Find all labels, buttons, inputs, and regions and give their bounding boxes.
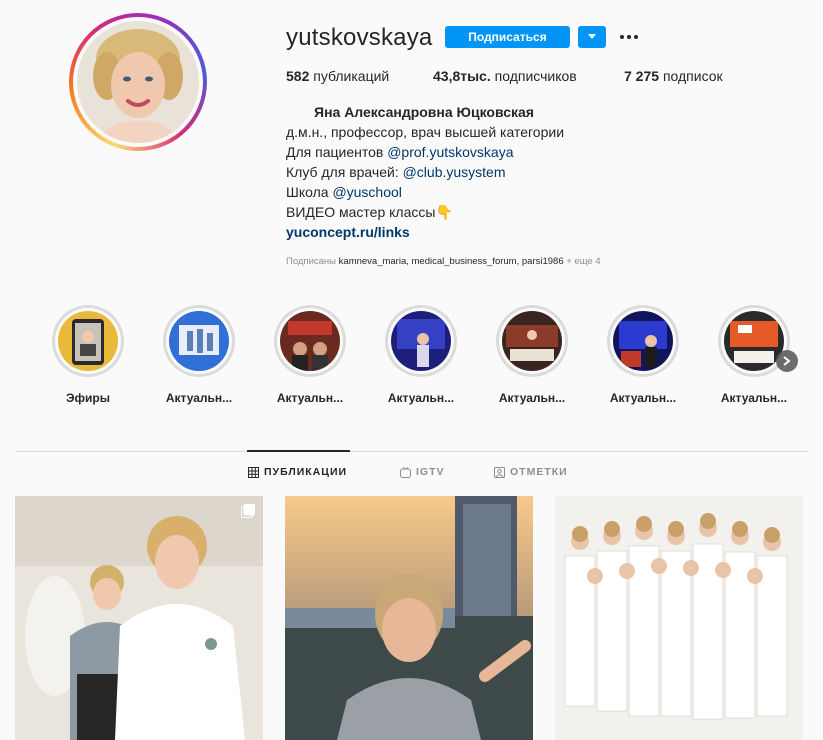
highlight-cover (502, 311, 562, 371)
highlight-item[interactable]: Эфиры (38, 305, 138, 405)
highlight-cover (724, 311, 784, 371)
bio-line-2-text: Для пациентов (286, 144, 388, 160)
tab-posts-label: ПУБЛИКАЦИИ (264, 466, 348, 478)
bio-line-3: Клуб для врачей: @club.yusystem (286, 162, 564, 182)
highlight-label: Актуальн... (276, 391, 344, 405)
following-count: 7 275 (624, 68, 660, 84)
bio-line-5: ВИДЕО мастер классы👇 (286, 202, 564, 222)
followed-by-suffix: + еще 4 (563, 256, 601, 267)
posts-stat: 582 публикаций (286, 68, 389, 84)
bio-line-1: д.м.н., профессор, врач высшей категории (286, 124, 565, 140)
profile-bio: Яна Александровна Юцковская д.м.н., проф… (286, 102, 564, 242)
post-thumbnail[interactable] (555, 496, 803, 740)
posts-label: публикаций (313, 68, 390, 84)
highlight-item[interactable]: Актуальн... (371, 305, 471, 405)
more-options-button[interactable] (616, 26, 642, 48)
followed-by[interactable]: Подписаны kamneva_maria, medical_busines… (286, 256, 601, 267)
website-link[interactable]: yuconcept.ru/links (286, 222, 564, 242)
post-thumbnail[interactable] (15, 496, 263, 740)
story-highlights: Эфиры Актуальн... Актуальн... Актуальн..… (0, 305, 823, 415)
following-label: подписок (662, 68, 723, 84)
tabs-divider (15, 451, 808, 452)
avatar-photo (77, 21, 199, 143)
followers-stat[interactable]: 43,8тыс. подписчиков (433, 68, 577, 84)
followed-by-prefix: Подписаны (286, 256, 339, 267)
igtv-icon (400, 466, 411, 478)
more-icon (620, 35, 638, 39)
chevron-right-icon (783, 356, 791, 366)
highlight-cover (391, 311, 451, 371)
posts-count: 582 (286, 68, 310, 84)
suggested-dropdown-button[interactable] (578, 26, 606, 48)
followers-label: подписчиков (494, 68, 577, 84)
posts-grid (15, 496, 803, 740)
highlight-item[interactable]: Актуальн... (593, 305, 693, 405)
highlight-label: Актуальн... (387, 391, 455, 405)
followers-count: 43,8тыс. (433, 68, 491, 84)
highlight-item[interactable]: Актуальн... (482, 305, 582, 405)
highlight-label: Актуальн... (498, 391, 566, 405)
tab-tagged-label: ОТМЕТКИ (510, 466, 568, 478)
tab-tagged[interactable]: ОТМЕТКИ (494, 466, 568, 478)
profile-tabs: ПУБЛИКАЦИИ IGTV ОТМЕТКИ (0, 466, 823, 486)
username: yutskovskaya (286, 24, 433, 51)
highlight-item[interactable]: Актуальн... (149, 305, 249, 405)
tab-igtv[interactable]: IGTV (400, 466, 445, 478)
highlight-label: Актуальн... (609, 391, 677, 405)
bio-line-2: Для пациентов @prof.yutskovskaya (286, 142, 564, 162)
multiple-photos-icon (241, 504, 255, 518)
grid-icon (248, 466, 259, 478)
follow-button[interactable]: Подписаться (445, 26, 570, 48)
bio-line-4: Школа @yuschool (286, 182, 564, 202)
highlight-label: Актуальн... (720, 391, 788, 405)
tagged-icon (494, 466, 505, 478)
bio-line-4-text: Школа (286, 184, 333, 200)
highlight-label: Эфиры (66, 391, 110, 405)
post-thumbnail[interactable] (285, 496, 533, 740)
highlight-cover (613, 311, 673, 371)
full-name: Яна Александровна Юцковская (314, 104, 534, 120)
mention-club-link[interactable]: @club.yusystem (403, 164, 506, 180)
highlights-next-button[interactable] (776, 350, 798, 372)
highlight-cover (280, 311, 340, 371)
pointing-down-emoji-icon: 👇 (435, 204, 453, 220)
highlight-item[interactable]: Актуальн... (260, 305, 360, 405)
following-stat[interactable]: 7 275 подписок (624, 68, 723, 84)
highlight-cover (58, 311, 118, 371)
mention-prof-link[interactable]: @prof.yutskovskaya (387, 144, 513, 160)
tab-igtv-label: IGTV (416, 466, 445, 478)
bio-line-5-text: ВИДЕО мастер классы (286, 204, 436, 220)
highlight-label: Актуальн... (165, 391, 233, 405)
followed-by-names: kamneva_maria, medical_business_forum, p… (338, 256, 564, 267)
mention-school-link[interactable]: @yuschool (332, 184, 401, 200)
chevron-down-icon (588, 34, 596, 39)
profile-avatar[interactable] (69, 13, 207, 151)
tab-posts[interactable]: ПУБЛИКАЦИИ (248, 466, 347, 478)
highlight-cover (169, 311, 229, 371)
profile-header: yutskovskaya Подписаться 582 публикаций … (0, 0, 823, 290)
bio-line-3-text: Клуб для врачей: (286, 164, 403, 180)
active-tab-indicator (247, 450, 350, 452)
